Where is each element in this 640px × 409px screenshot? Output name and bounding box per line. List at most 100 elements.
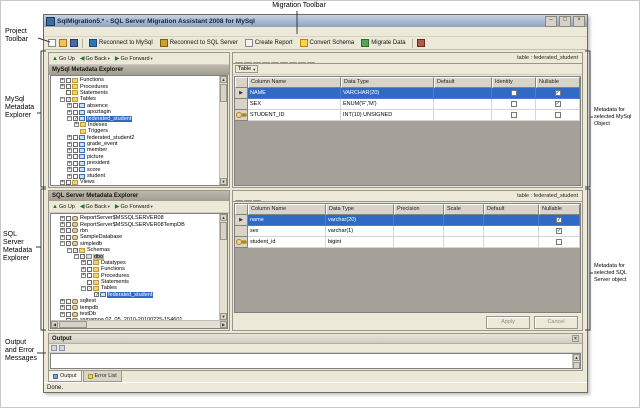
expander-icon[interactable]	[67, 116, 72, 121]
grid-row[interactable]: STUDENT_ID INT(10) UNSIGNED	[235, 110, 580, 121]
toolbar-button[interactable]: Reconnect to SQL Server	[157, 38, 241, 48]
row-selector[interactable]	[235, 99, 248, 110]
item-checkbox[interactable]	[66, 312, 71, 317]
project-tool-button[interactable]	[69, 38, 79, 48]
go-forward-button[interactable]: ▶ Go Forward ▾	[114, 56, 154, 62]
nullable-checkbox[interactable]	[555, 90, 561, 96]
column-name-cell[interactable]: SEX	[248, 99, 341, 110]
tab[interactable]	[244, 62, 252, 63]
tree-item-label[interactable]: Schemas	[86, 247, 111, 253]
tree-item-label[interactable]: Views	[79, 179, 96, 185]
nullable-checkbox[interactable]	[555, 112, 561, 118]
tree-item-label[interactable]: Statements	[100, 279, 130, 285]
tab[interactable]	[298, 62, 306, 63]
item-checkbox[interactable]	[66, 235, 71, 240]
identity-cell[interactable]	[492, 110, 536, 121]
tree-item-label[interactable]: Tables	[79, 96, 97, 102]
tree-item-label[interactable]: apoztagin	[86, 109, 112, 115]
item-checkbox[interactable]	[66, 78, 71, 83]
identity-checkbox[interactable]	[511, 101, 517, 107]
item-checkbox[interactable]	[73, 248, 78, 253]
expander-icon[interactable]	[60, 305, 65, 310]
item-checkbox[interactable]	[66, 180, 71, 185]
expander-icon[interactable]	[60, 299, 65, 304]
go-up-button[interactable]: ▲ Go Up	[51, 204, 76, 210]
nullable-cell[interactable]	[539, 226, 580, 237]
expander-icon[interactable]	[67, 161, 72, 166]
expander-icon[interactable]	[67, 142, 72, 147]
toolbar-button[interactable]: Migrate Data	[358, 38, 408, 48]
scale-cell[interactable]	[444, 226, 484, 237]
item-checkbox[interactable]	[73, 167, 78, 172]
tree-item-label[interactable]: Functions	[100, 266, 126, 272]
item-checkbox[interactable]	[66, 97, 71, 102]
tree-item-label[interactable]: federated_student2	[86, 135, 135, 141]
item-checkbox[interactable]	[66, 84, 71, 89]
tree-item-label[interactable]: tempdb	[79, 305, 99, 311]
tree-item-label[interactable]: Procedures	[100, 273, 130, 279]
tree-item-label[interactable]: Functions	[79, 77, 105, 83]
tree-item-label[interactable]: Procedures	[79, 84, 109, 90]
tree-item-label[interactable]: federated_student	[107, 292, 153, 298]
default-cell[interactable]	[484, 215, 539, 226]
expander-icon[interactable]	[67, 174, 72, 179]
tree-item-label[interactable]: Tables	[100, 285, 118, 291]
expander-icon[interactable]	[67, 103, 72, 108]
identity-cell[interactable]	[492, 88, 536, 99]
menu-item[interactable]	[70, 27, 78, 36]
scroll-thumb[interactable]	[573, 362, 580, 369]
nullable-cell[interactable]	[536, 88, 580, 99]
grid-row[interactable]: student_id bigint	[235, 237, 580, 248]
column-header[interactable]: Data Type	[341, 77, 434, 88]
tree-item-label[interactable]: simpledb	[79, 241, 103, 247]
default-cell[interactable]	[434, 88, 492, 99]
item-checkbox[interactable]	[73, 110, 78, 115]
data-type-cell[interactable]: INT(10) UNSIGNED	[341, 110, 434, 121]
column-header[interactable]: Nullable	[539, 204, 580, 215]
menu-item[interactable]	[62, 27, 70, 36]
identity-checkbox[interactable]	[511, 112, 517, 118]
expander-icon[interactable]	[60, 312, 65, 317]
nullable-checkbox[interactable]	[556, 228, 562, 234]
tree-item-label[interactable]: score	[86, 167, 101, 173]
tree-item-label[interactable]: sqltest	[79, 298, 97, 304]
column-name-cell[interactable]: sex	[248, 226, 326, 237]
item-checkbox[interactable]	[73, 174, 78, 179]
menu-item[interactable]	[78, 27, 86, 36]
scroll-thumb[interactable]	[220, 222, 227, 240]
go-up-button[interactable]: ▲ Go Up	[51, 56, 76, 62]
default-cell[interactable]	[484, 237, 539, 248]
apply-button[interactable]: Apply	[486, 316, 530, 329]
sql-tree-scrollbar[interactable]: ▲ ▼	[219, 214, 227, 320]
nullable-checkbox[interactable]	[556, 217, 562, 223]
item-checkbox[interactable]	[73, 148, 78, 153]
tree-item-label[interactable]: testDb	[79, 311, 97, 317]
tree-item-label[interactable]: student	[86, 173, 106, 179]
go-back-button[interactable]: ◀ Go Back ▾	[79, 56, 111, 62]
tree-item-label[interactable]: president	[86, 160, 111, 166]
default-cell[interactable]	[484, 226, 539, 237]
scroll-up-icon[interactable]: ▲	[573, 354, 580, 361]
dock-tab[interactable]: Output	[48, 371, 82, 382]
scroll-track[interactable]	[220, 103, 227, 178]
expander-icon[interactable]	[81, 267, 86, 272]
tree-item-label[interactable]: Indexes	[87, 122, 108, 128]
nullable-cell[interactable]	[536, 110, 580, 121]
precision-cell[interactable]	[394, 226, 444, 237]
column-header[interactable]: Precision	[394, 204, 444, 215]
tab[interactable]	[235, 62, 243, 63]
toolbar-button[interactable]: Convert Schema	[297, 38, 358, 48]
scroll-down-icon[interactable]: ▼	[220, 178, 227, 185]
cancel-button[interactable]: Cancel	[534, 316, 578, 329]
column-header[interactable]: Default	[484, 204, 539, 215]
scroll-up-icon[interactable]: ▲	[220, 214, 227, 221]
item-checkbox[interactable]	[66, 228, 71, 233]
tab[interactable]	[262, 62, 270, 63]
expander-icon[interactable]	[74, 254, 79, 259]
scroll-track[interactable]	[88, 321, 220, 328]
expander-icon[interactable]	[60, 235, 65, 240]
tab[interactable]	[289, 62, 297, 63]
tab[interactable]	[271, 62, 279, 63]
extra-tool-button[interactable]	[416, 38, 426, 48]
item-checkbox[interactable]	[80, 254, 85, 259]
